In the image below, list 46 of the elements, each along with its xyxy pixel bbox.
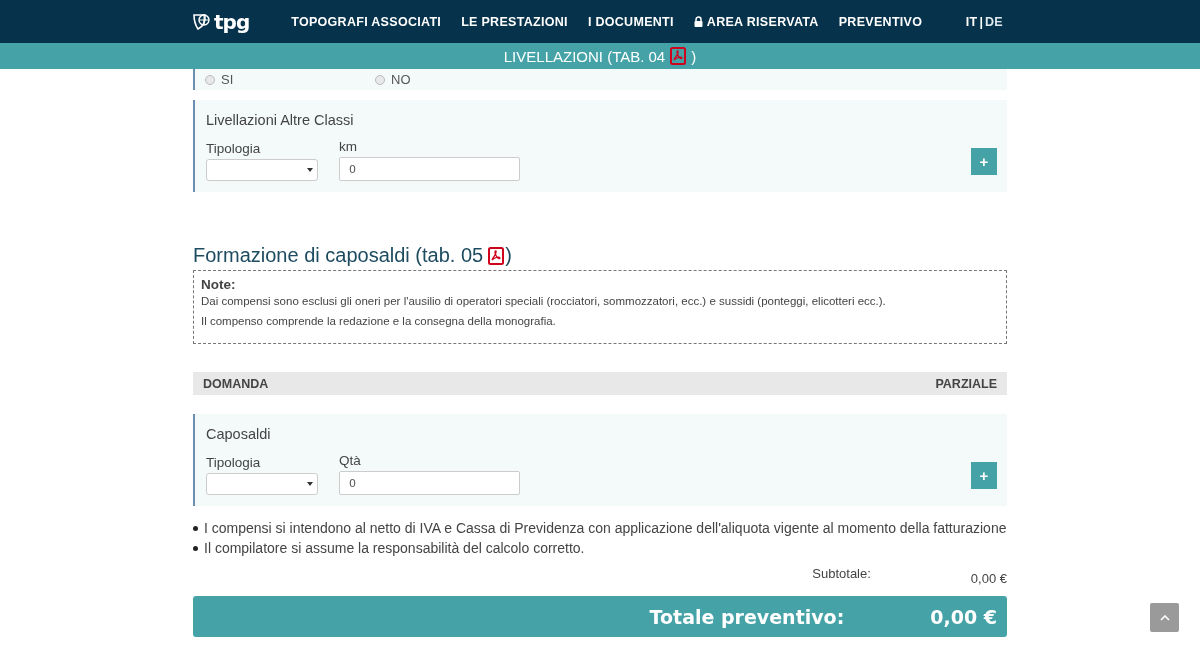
column-header: PARZIALE <box>935 376 997 391</box>
chevron-up-icon <box>1159 614 1170 621</box>
select-field[interactable] <box>206 473 318 495</box>
radio-label: SI <box>221 72 234 87</box>
nav-link[interactable]: I DOCUMENTI <box>587 14 674 29</box>
globe-logo-icon <box>193 12 213 31</box>
radio-button[interactable] <box>375 74 385 85</box>
bullet-dot <box>193 545 198 551</box>
pdf-icon[interactable] <box>488 246 505 265</box>
caret-icon <box>307 168 313 172</box>
language-link[interactable]: DE <box>985 14 1003 29</box>
nav-link[interactable]: TOPOGRAFI ASSOCIATI <box>291 14 442 29</box>
field-label: Qtà <box>339 453 362 468</box>
select-field[interactable] <box>206 159 318 181</box>
field-label: Tipologia <box>206 141 262 156</box>
nav-link[interactable]: AREA RISERVATA <box>693 14 819 29</box>
input-field[interactable]: 0 <box>339 471 520 495</box>
scroll-top-button[interactable] <box>1150 603 1179 632</box>
pdf-icon[interactable] <box>670 47 687 65</box>
column-header: DOMANDA <box>203 376 269 391</box>
bullet-text: Il compilatore si assume la responsabilità del calcolo corretto. <box>204 540 585 556</box>
lock-icon <box>693 16 703 27</box>
nav-link[interactable]: PREVENTIVO <box>838 14 923 29</box>
note-text: Il compenso comprende la redazione e la consegna della monografia. <box>201 314 557 329</box>
logo-text[interactable]: tpg <box>214 9 250 34</box>
bullet-text: I compensi si intendono al netto di IVA e Cassa di Previdenza con applicazione dell'aliquota vigente al momento della fatturazione <box>204 520 1007 536</box>
total-value: 0,00 € <box>930 605 997 628</box>
subtotal-label: Subtotale: <box>812 566 871 583</box>
field-label: Tipologia <box>206 455 262 470</box>
input-field[interactable]: 0 <box>339 157 520 181</box>
section-bar-title: LIVELLAZIONI (TAB. 04 ) <box>503 47 697 65</box>
card-title: Livellazioni Altre Classi <box>206 112 355 128</box>
radio-button[interactable] <box>205 74 215 85</box>
field-label: km <box>339 139 358 154</box>
bullet-dot <box>193 525 198 531</box>
note-text: Dai compensi sono esclusi gli oneri per l'ausilio di operatori speciali (rocciatori, sommozzatori, ecc.) e sussidi (ponteggi, elicotteri ecc.). <box>201 294 887 309</box>
card-title: Caposaldi <box>206 426 272 442</box>
subtotal-value: 0,00 € <box>970 571 1007 588</box>
section-heading: Formazione di caposaldi (tab. 05 ) <box>193 244 513 267</box>
note-heading: Note: <box>201 277 237 292</box>
nav-link[interactable]: LE PRESTAZIONI <box>461 14 568 29</box>
total-label: Totale preventivo: <box>649 605 845 628</box>
language-link[interactable]: IT <box>965 14 978 29</box>
language-separator: | <box>979 14 984 29</box>
radio-label: NO <box>391 72 411 87</box>
caret-icon <box>307 482 313 486</box>
